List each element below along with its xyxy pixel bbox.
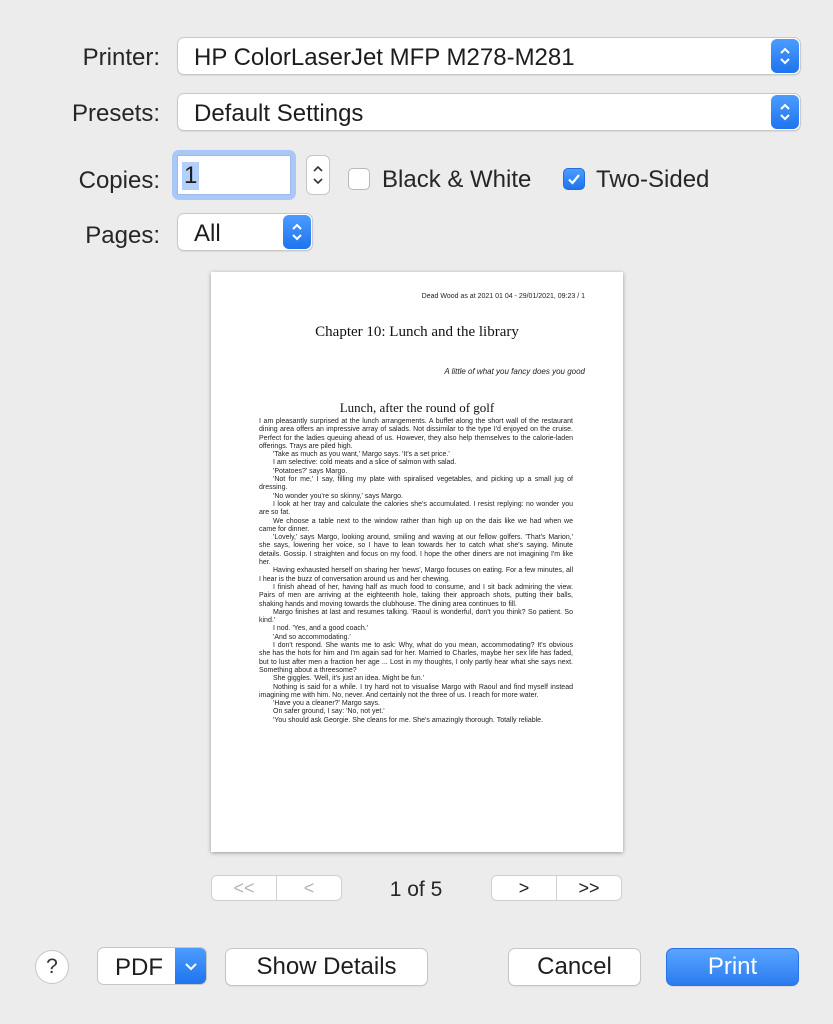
two-sided-checkbox[interactable] — [563, 168, 585, 190]
page-preview: Dead Wood as at 2021 01 04 - 29/01/2021,… — [211, 272, 623, 852]
print-button[interactable]: Print — [666, 948, 799, 986]
pdf-label: PDF — [115, 954, 163, 981]
preview-paragraph: 'And so accommodating.' — [273, 633, 351, 641]
preview-paragraph: I am pleasantly surprised at the lunch a… — [259, 418, 573, 450]
preview-paragraph: On safer ground, I say: 'No, not yet.' — [273, 708, 385, 716]
presets-popup-arrows-icon — [771, 95, 799, 129]
preview-paragraph: 'Take as much as you want,' Margo says. … — [273, 451, 450, 459]
preview-paragraph: Nothing is said for a while. I try hard … — [259, 683, 573, 699]
preview-paragraph: 'You should ask Georgie. She cleans for … — [273, 716, 543, 724]
help-button[interactable]: ? — [35, 950, 69, 984]
presets-value: Default Settings — [194, 100, 364, 127]
printer-label: Printer: — [82, 44, 160, 71]
show-details-button[interactable]: Show Details — [225, 948, 428, 986]
presets-popup[interactable]: Default Settings — [177, 93, 801, 131]
preview-section-title: Lunch, after the round of golf — [339, 400, 495, 415]
page-count: 1 of 5 — [389, 878, 443, 901]
chevron-down-icon — [175, 948, 206, 984]
copies-label: Copies: — [78, 167, 160, 194]
two-sided-label: Two-Sided — [596, 166, 710, 193]
black-white-label: Black & White — [382, 166, 532, 193]
preview-body: I am pleasantly surprised at the lunch a… — [259, 418, 573, 725]
presets-label: Presets: — [71, 100, 160, 127]
last-page-button[interactable]: >> — [556, 876, 621, 900]
preview-paragraph: I finish ahead of her, having half as mu… — [259, 583, 573, 608]
printer-popup[interactable]: HP ColorLaserJet MFP M278-M281 — [177, 37, 801, 75]
cancel-button[interactable]: Cancel — [508, 948, 641, 986]
pages-popup[interactable]: All — [177, 213, 313, 251]
preview-paragraph: Margo finishes at last and resumes talki… — [259, 608, 573, 625]
pages-value: All — [194, 220, 221, 247]
stepper-arrows-icon — [313, 165, 323, 185]
preview-paragraph: 'Have you a cleaner?' Margo says. — [273, 700, 380, 708]
previous-page-button[interactable]: < — [276, 876, 341, 900]
preview-paragraph: I am selective: cold meats and a slice o… — [273, 459, 457, 467]
printer-popup-arrows-icon — [771, 39, 799, 73]
preview-paragraph: Having exhausted herself on sharing her … — [259, 567, 573, 583]
preview-paragraph: 'No wonder you're so skinny,' says Margo… — [273, 492, 403, 500]
preview-paragraph: 'Potatoes?' says Margo. — [273, 467, 348, 475]
copies-field[interactable]: 1 — [177, 155, 291, 195]
next-page-button[interactable]: > — [492, 876, 556, 900]
first-page-button[interactable]: << — [212, 876, 276, 900]
preview-paragraph: I don't respond. She wants me to ask: Wh… — [259, 642, 573, 674]
pages-label: Pages: — [85, 222, 160, 249]
preview-epigraph: A little of what you fancy does you good — [444, 367, 585, 376]
pages-popup-arrows-icon — [283, 215, 311, 249]
preview-paragraph: 'Not for me,' I say, filling my plate wi… — [259, 476, 573, 492]
copies-stepper[interactable] — [306, 155, 330, 195]
preview-header: Dead Wood as at 2021 01 04 - 29/01/2021,… — [421, 293, 585, 300]
checkmark-icon — [568, 174, 580, 185]
copies-value: 1 — [182, 162, 200, 190]
printer-value: HP ColorLaserJet MFP M278-M281 — [194, 44, 575, 71]
prev-nav-group: << < — [211, 875, 342, 901]
preview-paragraph: 'Lovely,' says Margo, looking around, sm… — [259, 534, 573, 567]
next-nav-group: > >> — [491, 875, 622, 901]
pdf-menu-button[interactable]: PDF — [97, 947, 207, 985]
black-white-checkbox[interactable] — [348, 168, 370, 190]
preview-paragraph: We choose a table next to the window rat… — [259, 517, 573, 533]
preview-paragraph: I look at her tray and calculate the cal… — [259, 500, 573, 517]
preview-chapter-title: Chapter 10: Lunch and the library — [315, 324, 519, 340]
preview-paragraph: I nod. 'Yes, and a good coach.' — [273, 625, 369, 633]
preview-paragraph: She giggles. 'Well, it's just an idea. M… — [273, 675, 424, 683]
